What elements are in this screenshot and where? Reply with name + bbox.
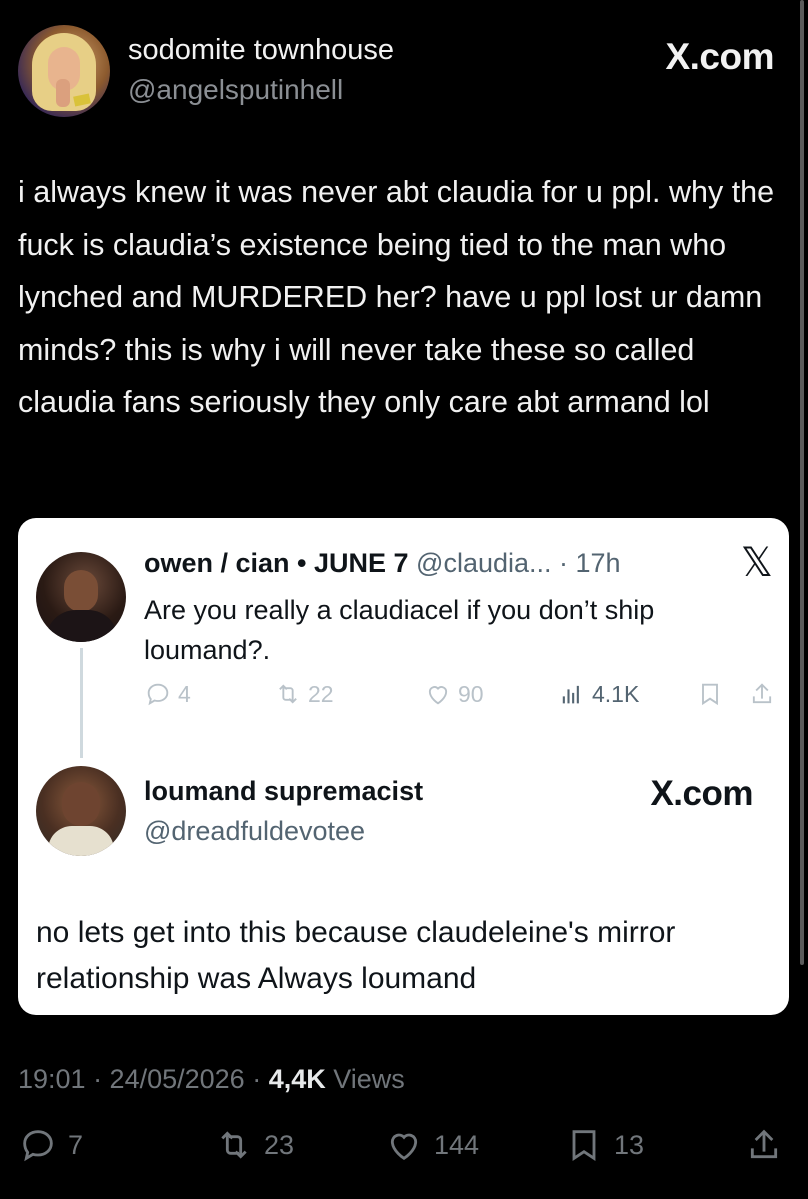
share-icon — [750, 1129, 778, 1159]
share-icon — [752, 683, 772, 704]
author-handle[interactable]: @angelsputinhell — [128, 74, 343, 106]
site-watermark: X.com — [665, 36, 774, 77]
quoted-header: owen / cian • JUNE 7 @claudia... · 17h — [144, 548, 621, 579]
thread-connector — [80, 648, 83, 758]
views-count: 4,4K — [268, 1064, 326, 1094]
author-avatar[interactable] — [18, 25, 110, 117]
post-text: i always knew it was never abt claudia f… — [18, 175, 775, 419]
heart-icon — [428, 686, 448, 705]
quoted-display-name: owen / cian • JUNE 7 — [144, 548, 409, 578]
reply-icon — [23, 1130, 53, 1162]
reply-text: no lets get into this because claudelein… — [36, 916, 676, 995]
repost-icon — [221, 1131, 247, 1159]
author-display-name[interactable]: sodomite townhouse — [128, 34, 394, 67]
embedded-screenshot-card: owen / cian • JUNE 7 @claudia... · 17h 𝕏… — [18, 518, 789, 1015]
scrollbar[interactable] — [800, 0, 804, 965]
quoted-text: Are you really a claudiacel if you don’t… — [144, 595, 655, 665]
post-action-bar: 7 23 144 13 — [0, 1125, 808, 1175]
like-count: 144 — [434, 1129, 480, 1160]
reply-avatar — [36, 766, 126, 856]
reply-icon — [147, 683, 169, 706]
quoted-reply: 4 — [144, 680, 191, 708]
quoted-actions: 4 22 90 4.1K — [144, 680, 774, 716]
views-label: Views — [325, 1064, 405, 1094]
quoted-views: 4.1K — [558, 680, 639, 708]
reply-site-watermark: X.com — [650, 774, 753, 813]
share-button[interactable] — [744, 1125, 784, 1165]
bookmark-button[interactable]: 13 — [564, 1125, 644, 1165]
repost-icon — [279, 684, 297, 704]
bookmark-icon — [702, 683, 718, 706]
reply-display-name: loumand supremacist — [144, 776, 424, 806]
bookmark-count: 13 — [614, 1129, 645, 1160]
quoted-repost: 22 — [274, 680, 334, 708]
x-logo-icon: 𝕏 — [740, 541, 773, 585]
repost-button[interactable]: 23 — [214, 1125, 294, 1165]
quoted-bookmark — [696, 680, 724, 708]
bookmark-icon — [572, 1130, 596, 1161]
repost-count: 23 — [264, 1129, 295, 1160]
like-button[interactable]: 144 — [384, 1125, 479, 1165]
quoted-avatar — [36, 552, 126, 642]
heart-icon — [390, 1133, 418, 1161]
reply-handle: @dreadfuldevotee — [144, 816, 366, 846]
quoted-share — [748, 680, 776, 708]
post-timestamp: 19:01 · 24/05/2026 · 4,4K Views — [18, 1064, 405, 1095]
quoted-meta: @claudia... · 17h — [408, 548, 621, 578]
timestamp-text: 19:01 · 24/05/2026 · — [18, 1064, 269, 1094]
views-bar-icon — [562, 685, 579, 704]
reply-button[interactable]: 7 — [18, 1125, 83, 1165]
reply-count: 7 — [68, 1129, 84, 1160]
quoted-like: 90 — [424, 680, 484, 708]
